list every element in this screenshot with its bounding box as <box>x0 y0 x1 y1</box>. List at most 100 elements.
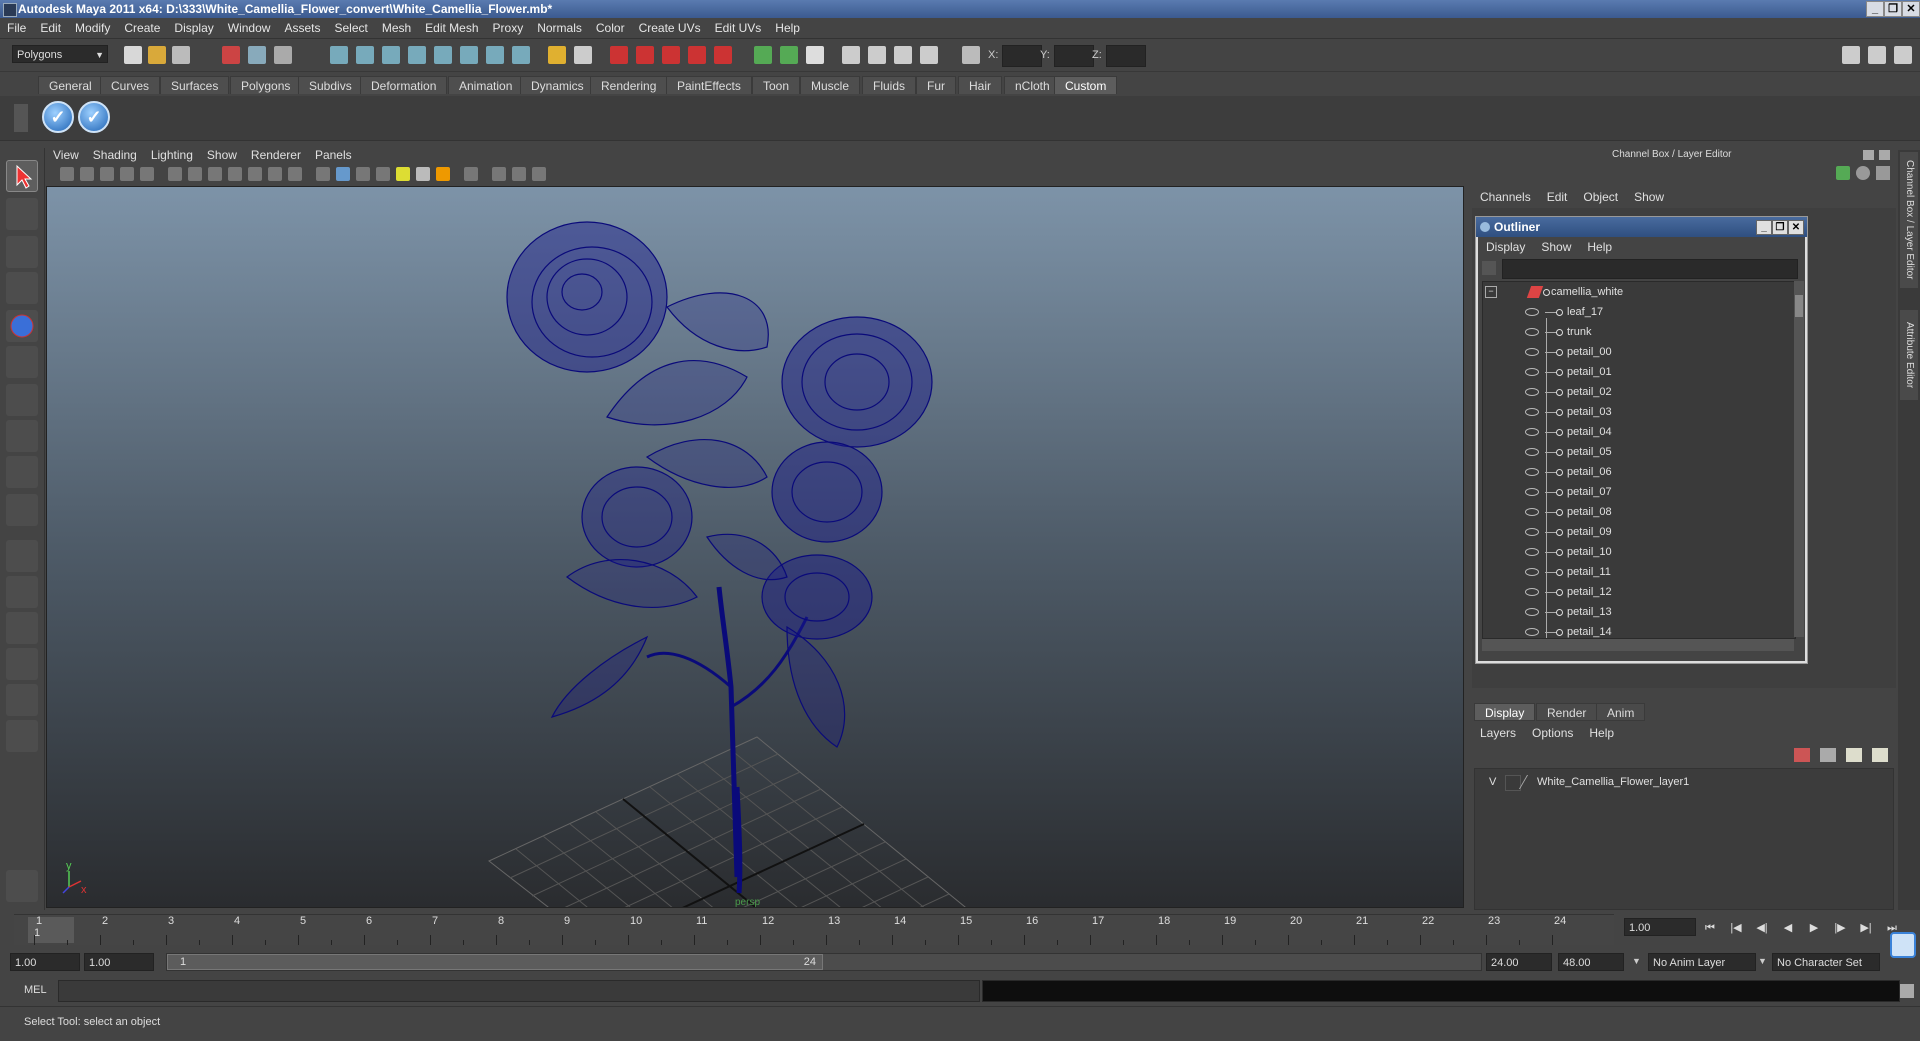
menu-set-dropdown[interactable]: Polygons ▼ <box>12 45 108 63</box>
tab-render[interactable]: Render <box>1536 703 1598 721</box>
tab-curves[interactable]: Curves <box>100 76 161 94</box>
select-surfaces-icon[interactable] <box>408 46 426 64</box>
textured-icon[interactable] <box>376 167 390 181</box>
layer-row[interactable]: V White_Camellia_Flower_layer1 <box>1479 773 1887 791</box>
wireframe-icon[interactable] <box>316 167 330 181</box>
persp-graph-layout-icon[interactable] <box>6 648 38 680</box>
menu-edit[interactable]: Edit <box>33 18 68 38</box>
xray-joints-icon[interactable] <box>512 167 526 181</box>
menu-create[interactable]: Create <box>117 18 167 38</box>
menu-color[interactable]: Color <box>589 18 632 38</box>
layer-menu-layers[interactable]: Layers <box>1472 724 1524 742</box>
shadows-icon[interactable] <box>416 167 430 181</box>
menu-assets[interactable]: Assets <box>277 18 327 38</box>
safe-action-icon[interactable] <box>268 167 282 181</box>
persp-hypergraph-layout-icon[interactable] <box>6 720 38 752</box>
input-ops-icon[interactable] <box>754 46 772 64</box>
anim-layer-dropdown[interactable]: No Anim Layer <box>1648 953 1756 971</box>
tab-subdivs[interactable]: Subdivs <box>298 76 363 94</box>
show-tool-settings-icon[interactable] <box>1868 46 1886 64</box>
outliner-vertical-scrollbar[interactable] <box>1794 281 1804 637</box>
viewport-menu-show[interactable]: Show <box>200 146 244 164</box>
menu-normals[interactable]: Normals <box>530 18 589 38</box>
current-frame-field[interactable]: 1.00 <box>1624 918 1696 936</box>
restore-icon[interactable]: ❐ <box>1772 220 1788 235</box>
tab-general[interactable]: General <box>38 76 103 94</box>
outliner-menu-show[interactable]: Show <box>1533 237 1579 257</box>
output-ops-icon[interactable] <box>780 46 798 64</box>
chevron-down-icon[interactable]: ▼ <box>1758 956 1767 966</box>
select-rendering-icon[interactable] <box>486 46 504 64</box>
scale-tool-icon[interactable] <box>6 346 38 378</box>
tab-toon[interactable]: Toon <box>752 76 801 94</box>
chevron-down-icon[interactable]: ▼ <box>1632 956 1641 966</box>
z-field[interactable] <box>1106 45 1146 67</box>
step-back-icon[interactable]: |◀ <box>1726 920 1746 936</box>
high-quality-icon[interactable] <box>436 167 450 181</box>
wireframe-on-shaded-icon[interactable] <box>356 167 370 181</box>
select-joints-icon[interactable] <box>356 46 374 64</box>
minimize-icon[interactable]: _ <box>1756 220 1772 235</box>
range-slider[interactable]: 1 24 <box>166 953 1482 971</box>
playback-end-field[interactable]: 24.00 <box>1486 953 1552 971</box>
outliner-menu-help[interactable]: Help <box>1579 237 1620 257</box>
tab-display[interactable]: Display <box>1474 703 1536 721</box>
menu-mesh[interactable]: Mesh <box>375 18 418 38</box>
smooth-shade-icon[interactable] <box>336 167 350 181</box>
tab-channel-box-layer-editor[interactable]: Channel Box / Layer Editor <box>1900 152 1918 288</box>
construction-history-icon[interactable] <box>806 46 824 64</box>
ipr-render-icon[interactable] <box>894 46 912 64</box>
render-view-icon[interactable] <box>842 46 860 64</box>
safe-title-icon[interactable] <box>288 167 302 181</box>
snap-point-icon[interactable] <box>662 46 680 64</box>
tab-surfaces[interactable]: Surfaces <box>160 76 230 94</box>
restore-icon[interactable]: ❐ <box>1884 1 1902 17</box>
snap-view-plane-icon[interactable] <box>688 46 706 64</box>
select-curves-icon[interactable] <box>382 46 400 64</box>
lock-selection-icon[interactable] <box>548 46 566 64</box>
range-slider-handle[interactable]: 1 24 <box>167 954 823 970</box>
select-deformations-icon[interactable] <box>434 46 452 64</box>
command-input[interactable] <box>58 980 980 1002</box>
outliner-horizontal-scrollbar[interactable] <box>1482 639 1794 651</box>
menu-select[interactable]: Select <box>327 18 374 38</box>
select-tool-icon[interactable] <box>6 160 38 192</box>
viewport-menu-view[interactable]: View <box>46 146 86 164</box>
layer-editor-icon[interactable] <box>1856 166 1870 180</box>
field-chart-icon[interactable] <box>248 167 262 181</box>
menu-window[interactable]: Window <box>221 18 278 38</box>
select-component-icon[interactable] <box>274 46 292 64</box>
float-panel-icon[interactable] <box>1863 150 1874 160</box>
play-backwards-icon[interactable]: ◀ <box>1778 920 1798 936</box>
render-current-icon[interactable] <box>868 46 886 64</box>
tab-deformation[interactable]: Deformation <box>360 76 448 94</box>
menu-modify[interactable]: Modify <box>68 18 117 38</box>
check-icon[interactable]: ✓ <box>42 101 74 133</box>
highlight-selection-icon[interactable] <box>574 46 592 64</box>
layer-visibility-toggle[interactable]: V <box>1489 773 1496 791</box>
outliner-title-bar[interactable]: Outliner _ ❐ ✕ <box>1476 217 1807 237</box>
y-field[interactable] <box>1054 45 1094 67</box>
xray-icon[interactable] <box>492 167 506 181</box>
use-all-lights-icon[interactable] <box>396 167 410 181</box>
soft-mod-tool-icon[interactable] <box>6 420 38 452</box>
render-settings-icon[interactable] <box>920 46 938 64</box>
grid-toggle-icon[interactable] <box>168 167 182 181</box>
two-d-pan-icon[interactable] <box>120 167 134 181</box>
viewport-menu-panels[interactable]: Panels <box>308 146 359 164</box>
menu-create-uvs[interactable]: Create UVs <box>632 18 708 38</box>
x-field[interactable] <box>1002 45 1042 67</box>
camera-bookmark-icon[interactable] <box>80 167 94 181</box>
select-hierarchy-icon[interactable] <box>222 46 240 64</box>
grease-pencil-icon[interactable] <box>140 167 154 181</box>
step-back-key-icon[interactable]: ◀| <box>1752 920 1772 936</box>
channel-layer-icon[interactable] <box>1876 166 1890 180</box>
animation-end-field[interactable]: 48.00 <box>1558 953 1624 971</box>
channel-box-icon[interactable] <box>1836 166 1850 180</box>
camera-attributes-icon[interactable] <box>60 167 74 181</box>
auto-key-icon[interactable] <box>1890 932 1916 958</box>
layer-options-icon[interactable] <box>1872 748 1888 762</box>
select-object-icon[interactable] <box>248 46 266 64</box>
filter-icon[interactable] <box>1482 261 1496 275</box>
animation-start-field[interactable]: 1.00 <box>10 953 80 971</box>
